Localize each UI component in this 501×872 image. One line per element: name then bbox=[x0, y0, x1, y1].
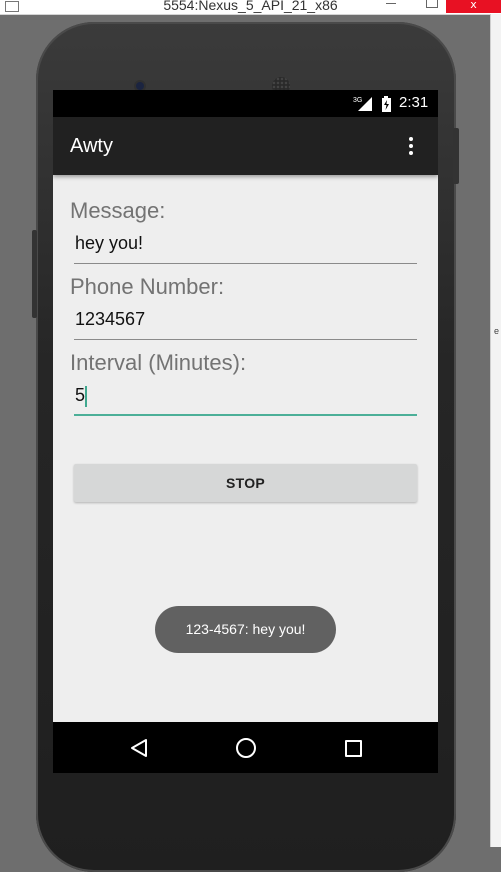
text-cursor bbox=[85, 386, 87, 407]
background-window-text: e bbox=[494, 326, 500, 336]
maximize-button[interactable] bbox=[426, 0, 438, 8]
battery-icon bbox=[382, 96, 391, 112]
minimize-button[interactable] bbox=[386, 3, 396, 4]
stop-button[interactable]: STOP bbox=[74, 464, 417, 502]
back-icon[interactable] bbox=[130, 738, 148, 758]
power-button[interactable] bbox=[453, 128, 459, 184]
emulator-title-bar: 5554:Nexus_5_API_21_x86 x bbox=[0, 0, 501, 15]
interval-label: Interval (Minutes): bbox=[70, 350, 247, 375]
front-camera bbox=[136, 82, 144, 90]
phone-number-field[interactable]: 1234567 bbox=[74, 304, 417, 340]
app-bar: Awty bbox=[53, 117, 438, 175]
background-window-strip: e bbox=[490, 14, 501, 847]
status-bar: 3G 2:31 bbox=[53, 90, 438, 117]
more-vert-icon[interactable] bbox=[405, 137, 417, 157]
phone-number-value: 1234567 bbox=[75, 309, 146, 329]
device-screen: 3G 2:31 Awty Message: hey you! Phone Num… bbox=[53, 90, 438, 773]
proximity-sensor bbox=[412, 81, 432, 96]
home-icon[interactable] bbox=[236, 738, 256, 758]
network-type-label: 3G bbox=[353, 97, 362, 104]
message-label: Message: bbox=[70, 198, 166, 223]
interval-underline bbox=[74, 414, 417, 416]
phone-number-underline bbox=[74, 339, 417, 340]
toast-message: 123-4567: hey you! bbox=[155, 606, 336, 653]
message-underline bbox=[74, 263, 417, 264]
status-time: 2:31 bbox=[399, 94, 429, 111]
phone-number-label: Phone Number: bbox=[70, 274, 225, 299]
message-field[interactable]: hey you! bbox=[74, 228, 417, 264]
signal-3g-icon: 3G bbox=[353, 97, 372, 111]
message-value: hey you! bbox=[75, 233, 144, 253]
volume-button[interactable] bbox=[32, 230, 37, 318]
interval-field[interactable]: 5 bbox=[74, 380, 417, 416]
navigation-bar bbox=[53, 722, 438, 773]
interval-value: 5 bbox=[75, 385, 86, 405]
recents-icon[interactable] bbox=[345, 740, 362, 757]
close-button[interactable]: x bbox=[446, 0, 501, 13]
app-title: Awty bbox=[70, 135, 113, 157]
